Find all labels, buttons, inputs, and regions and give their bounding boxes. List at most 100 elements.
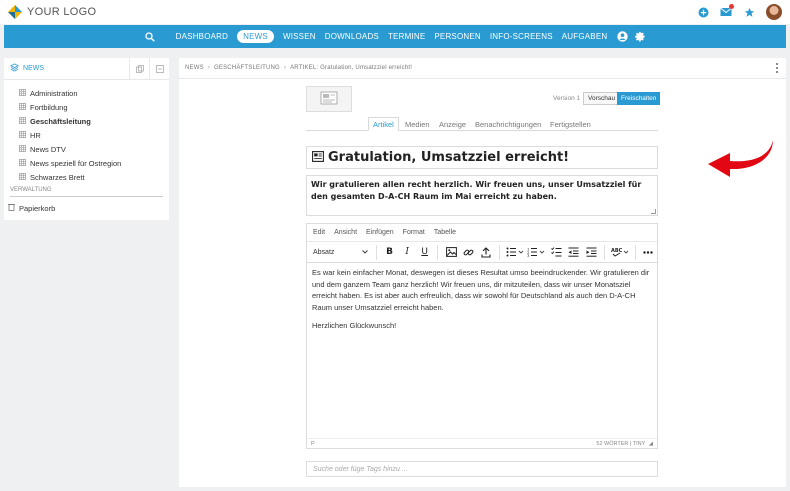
tags-input[interactable]: Suche oder füge Tags hinzu ...: [306, 461, 658, 477]
category-grid-icon: [19, 144, 26, 154]
avatar[interactable]: [766, 4, 782, 20]
search-icon[interactable]: [144, 31, 156, 43]
word-count: 52 WÖRTER: [596, 440, 629, 447]
nav-item-termine[interactable]: TERMINE: [388, 30, 425, 43]
sidebar-item-label: HR: [30, 130, 41, 140]
nav-item-dashboard[interactable]: DASHBOARD: [176, 30, 228, 43]
editor-paragraph: Herzlichen Glückwunsch!: [312, 321, 397, 330]
svg-text:ABC: ABC: [611, 248, 623, 254]
more-options-icon[interactable]: [776, 63, 778, 73]
spellcheck-icon[interactable]: ABC: [609, 245, 631, 260]
annotation-arrow-icon: [708, 140, 773, 177]
title-field[interactable]: Gratulation, Umsatzziel erreicht!: [306, 146, 658, 169]
sidebar-item-label: News speziell für Ostregion: [30, 158, 122, 168]
tab-fertigstellen[interactable]: Fertigstellen: [550, 120, 591, 129]
user-circle-icon[interactable]: [616, 31, 628, 43]
article-thumbnail[interactable]: [306, 86, 352, 112]
svg-text:3: 3: [527, 253, 530, 257]
nav-item-aufgaben[interactable]: AUFGABEN: [562, 30, 608, 43]
release-button[interactable]: Freischalten: [617, 92, 661, 105]
category-grid-icon: [19, 172, 26, 182]
insert-image-icon[interactable]: [442, 245, 460, 260]
main-panel: NEWS › GESCHÄFTSLEITUNG › ARTIKEL: Gratu…: [179, 58, 786, 487]
menu-einfuegen[interactable]: Einfügen: [366, 229, 394, 236]
breadcrumb: NEWS › GESCHÄFTSLEITUNG › ARTIKEL: Gratu…: [179, 58, 786, 79]
logo[interactable]: YOUR LOGO: [8, 5, 96, 19]
sidebar-item-label: Fortbildung: [30, 102, 68, 112]
breadcrumb-item: ARTIKEL: Gratulation, Umsatzziel erreich…: [290, 65, 413, 71]
nav-item-downloads[interactable]: DOWNLOADS: [325, 30, 379, 43]
menu-tabelle[interactable]: Tabelle: [434, 229, 456, 236]
image-placeholder-icon: [320, 91, 338, 107]
editor-content[interactable]: Es war kein einfacher Monat, deswegen is…: [307, 263, 657, 432]
copy-icon[interactable]: [129, 58, 149, 80]
breadcrumb-item[interactable]: NEWS: [185, 65, 204, 71]
sidebar-item-fortbildung[interactable]: Fortbildung: [4, 100, 169, 114]
plus-circle-icon[interactable]: [697, 6, 709, 18]
category-grid-icon: [19, 116, 26, 126]
tab-medien[interactable]: Medien: [405, 120, 430, 129]
sidebar-item-label: News DTV: [30, 144, 66, 154]
sidebar-title[interactable]: NEWS: [23, 65, 44, 72]
sidebar-header: NEWS: [4, 58, 169, 80]
nav-item-news[interactable]: NEWS: [237, 30, 274, 43]
collapse-icon[interactable]: [149, 58, 169, 80]
menu-edit[interactable]: Edit: [313, 229, 325, 236]
lead-text: Wir gratulieren allen recht herzlich. Wi…: [311, 180, 642, 201]
tab-anzeige[interactable]: Anzeige: [439, 120, 466, 129]
breadcrumb-item[interactable]: GESCHÄFTSLEITUNG: [214, 65, 280, 71]
link-icon[interactable]: [460, 245, 478, 260]
news-icon: [312, 151, 324, 164]
indent-icon[interactable]: [582, 245, 600, 260]
checklist-icon[interactable]: [547, 245, 565, 260]
bold-icon[interactable]: B: [381, 245, 399, 260]
block-format-value: Absatz: [313, 248, 335, 256]
category-grid-icon: [19, 158, 26, 168]
main-nav: DASHBOARD NEWS WISSEN DOWNLOADS TERMINE PERSO…: [4, 25, 786, 48]
star-icon[interactable]: [743, 6, 755, 18]
lead-textarea[interactable]: Wir gratulieren allen recht herzlich. Wi…: [306, 175, 658, 216]
menu-ansicht[interactable]: Ansicht: [334, 229, 357, 236]
sidebar-item-schwarzes-brett[interactable]: Schwarzes Brett: [4, 170, 169, 184]
sidebar-item-geschäftsleitung[interactable]: Geschäftsleitung: [4, 114, 169, 128]
sidebar-item-administration[interactable]: Administration: [4, 86, 169, 100]
preview-button[interactable]: Vorschau: [583, 92, 621, 105]
resize-grip-icon[interactable]: ◢: [649, 441, 653, 447]
sidebar-item-label: Schwarzes Brett: [30, 172, 85, 182]
rich-text-editor: Edit Ansicht Einfügen Format Tabelle Abs…: [306, 223, 658, 449]
article-title: Gratulation, Umsatzziel erreicht!: [328, 150, 570, 165]
editor-paragraph: Es war kein einfacher Monat, deswegen is…: [312, 268, 650, 312]
sidebar-item-hr[interactable]: HR: [4, 128, 169, 142]
element-path: P: [311, 440, 315, 447]
underline-icon[interactable]: U: [416, 245, 434, 260]
editor-statusbar: P 52 WÖRTER | TINY ◢: [307, 438, 657, 448]
nav-item-info-screens[interactable]: INFO-SCREENS: [490, 30, 553, 43]
numbered-list-icon[interactable]: 123: [526, 245, 548, 260]
logo-text: YOUR LOGO: [27, 6, 97, 18]
gear-icon[interactable]: [634, 31, 646, 43]
outdent-icon[interactable]: [565, 245, 583, 260]
tab-artikel[interactable]: Artikel: [368, 117, 399, 131]
italic-icon[interactable]: I: [398, 245, 416, 260]
version-label: Version 1: [553, 95, 581, 102]
sidebar-item-label: Papierkorb: [19, 203, 56, 213]
top-header: YOUR LOGO: [0, 0, 790, 24]
sidebar-item-label: Geschäftsleitung: [30, 116, 91, 126]
tab-benachrichtigungen[interactable]: Benachrichtigungen: [475, 120, 541, 129]
layers-icon: [9, 63, 20, 74]
block-format-select[interactable]: Absatz: [313, 249, 372, 256]
category-grid-icon: [19, 130, 26, 140]
sidebar-item-trash[interactable]: Papierkorb: [4, 201, 169, 215]
sidebar-item-label: Administration: [30, 88, 78, 98]
more-icon[interactable]: [639, 245, 657, 260]
notification-dot: [729, 4, 734, 9]
nav-item-personen[interactable]: PERSONEN: [434, 30, 481, 43]
bullet-list-icon[interactable]: [504, 245, 526, 260]
sidebar-item-news-speziell-für-ostregion[interactable]: News speziell für Ostregion: [4, 156, 169, 170]
sidebar-item-news-dtv[interactable]: News DTV: [4, 142, 169, 156]
nav-item-wissen[interactable]: WISSEN: [283, 30, 316, 43]
upload-icon[interactable]: [478, 245, 496, 260]
menu-format[interactable]: Format: [403, 229, 425, 236]
resize-handle-icon[interactable]: [651, 209, 656, 214]
mail-icon[interactable]: [720, 4, 734, 18]
